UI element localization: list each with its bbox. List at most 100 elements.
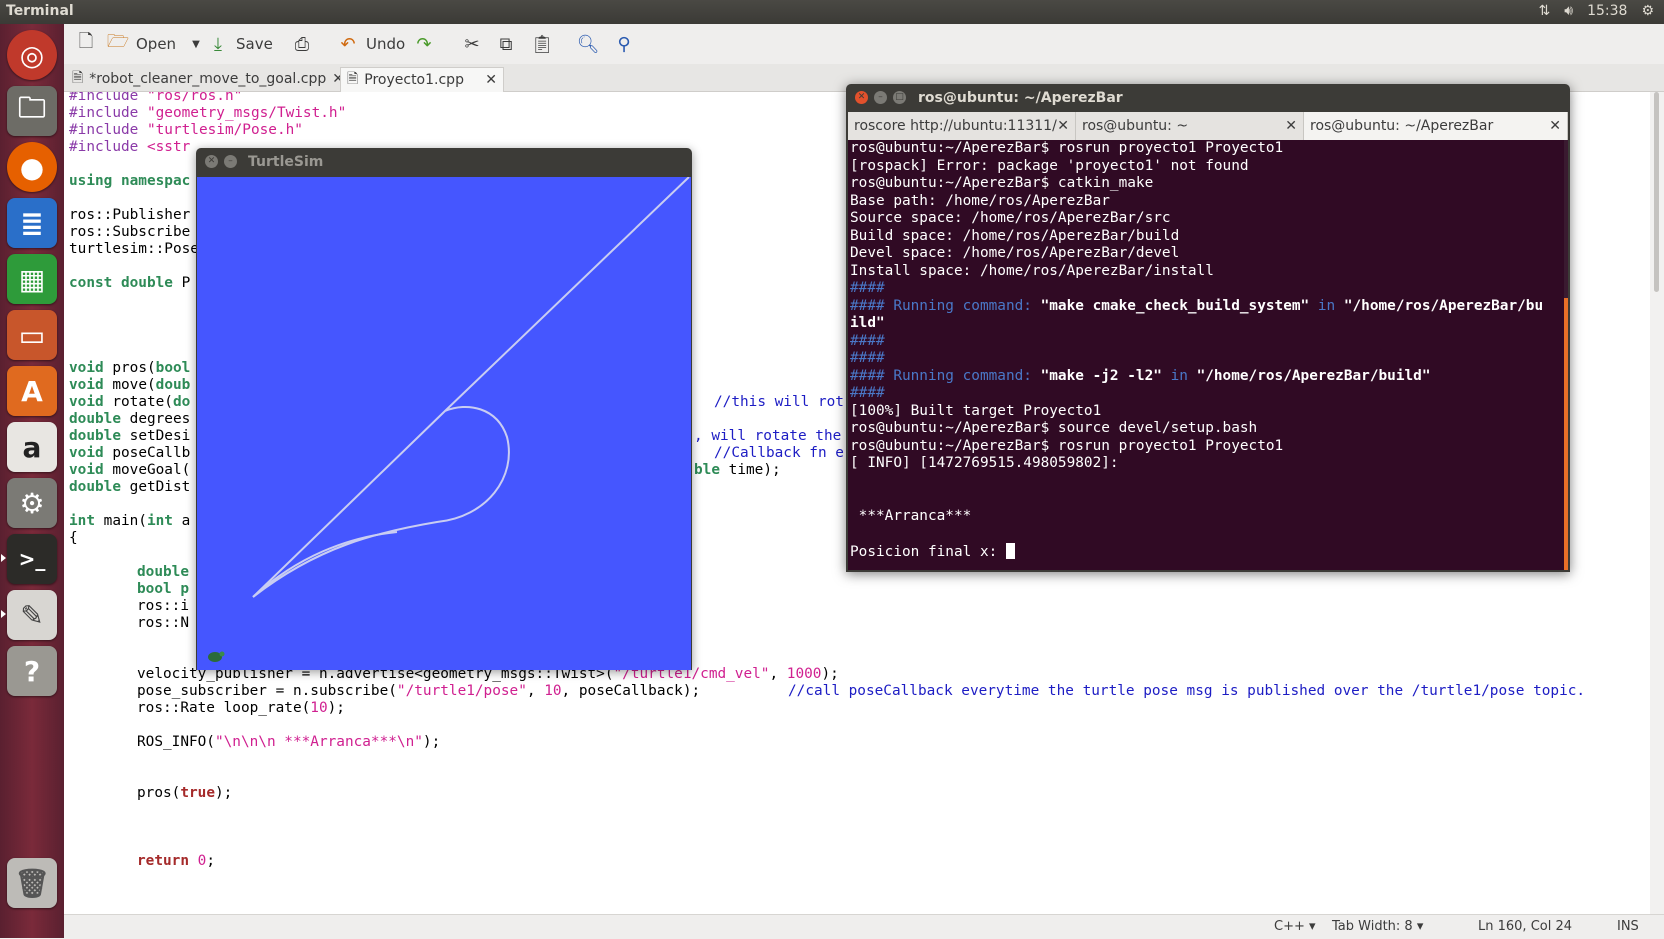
cut-icon: ✂ (464, 33, 480, 55)
terminal-line: Install space: /home/ros/AperezBar/insta… (850, 262, 1214, 279)
code-line: void pros(bool (69, 360, 191, 376)
print-button[interactable]: ⎙ (290, 30, 314, 58)
terminal-line: [100%] Built target Proyecto1 (850, 402, 1102, 419)
tab-label: Proyecto1.cpp (364, 72, 464, 88)
code-line-fragment: ble time); (694, 462, 781, 478)
tab-proyecto1[interactable]: 🗎 Proyecto1.cpp ✕ (340, 67, 504, 92)
search-icon: 🔍︎ (576, 33, 600, 55)
impress-icon[interactable]: ▭ (7, 310, 57, 360)
open-label: Open (136, 35, 177, 53)
terminal-line: Devel space: /home/ros/AperezBar/devel (850, 245, 1180, 261)
code-line: ros::Subscribe (69, 224, 191, 240)
code-line: ros::N (137, 615, 189, 631)
code-line: #include "turtlesim/Pose.h" (69, 122, 303, 138)
paste-icon: 📋︎ (530, 33, 554, 55)
code-line: int main(int a (69, 513, 191, 529)
window-title: ros@ubuntu: ~/AperezBar (918, 90, 1123, 106)
code-line: pros(true); (137, 785, 233, 801)
tab-robot-cleaner[interactable]: 🗎 *robot_cleaner_move_to_goal.cpp ✕ (66, 67, 350, 91)
firefox-icon[interactable]: ● (7, 142, 57, 192)
terminal-tab-roscore[interactable]: roscore http://ubuntu:11311/✕ (848, 112, 1076, 140)
cursor-position: Ln 160, Col 24 (1478, 919, 1573, 934)
active-app-title: Terminal (6, 3, 74, 19)
writer-icon[interactable]: ≣ (7, 198, 57, 248)
open-button[interactable]: 🗁 Open ▼ (106, 30, 200, 58)
terminal-line: ***Arranca*** (850, 507, 972, 524)
code-line: #include <sstr (69, 139, 191, 155)
tab-width-selector[interactable]: Tab Width: 8 ▾ (1332, 919, 1423, 934)
close-tab-icon[interactable]: ✕ (485, 72, 497, 88)
save-button[interactable]: ⤓ Save (206, 30, 273, 58)
status-bar: C++ ▾ Tab Width: 8 ▾ Ln 160, Col 24 INS (64, 914, 1664, 939)
trash-icon[interactable]: 🗑 (7, 858, 57, 908)
launcher: ◎ 🗀 ● ≣ ▦ ▭ A a ⚙ >_ ✎ ? 🗑 (0, 24, 64, 938)
terminal-cursor (1005, 542, 1015, 559)
terminal-output[interactable]: ros@ubuntu:~/AperezBar$ rosrun proyecto1… (848, 140, 1564, 570)
redo-icon: ↷ (416, 33, 432, 55)
software-center-icon[interactable]: A (7, 366, 57, 416)
code-comment: , will rotate the (694, 428, 842, 444)
close-tab-icon[interactable]: ✕ (1057, 118, 1069, 134)
calc-icon[interactable]: ▦ (7, 254, 57, 304)
redo-button[interactable]: ↷ (412, 30, 436, 58)
find-button[interactable]: 🔍︎ (576, 30, 600, 58)
active-app-indicator (1, 554, 6, 562)
minimize-window-icon[interactable]: – (224, 155, 237, 168)
code-comment: //call poseCallback everytime the turtle… (788, 683, 1586, 699)
paste-button[interactable]: 📋︎ (530, 30, 554, 58)
code-line: void moveGoal( (69, 462, 191, 478)
new-file-icon: 🗋 (78, 31, 94, 52)
terminal-line: ros@ubuntu:~/AperezBar$ catkin_make (850, 175, 1154, 191)
turtle-icon (208, 651, 225, 662)
replace-button[interactable]: ⚲ (612, 30, 636, 58)
running-app-indicator (1, 610, 6, 618)
close-tab-icon[interactable]: ✕ (1285, 118, 1297, 134)
turtlesim-canvas (197, 176, 691, 670)
ubuntu-logo-icon[interactable]: ◎ (7, 30, 57, 80)
code-line: ROS_INFO("\n\n\n ***Arranca***\n"); (137, 734, 441, 750)
maximize-window-icon[interactable]: □ (893, 91, 906, 104)
turtle-path-drawing (208, 176, 690, 662)
code-line: void move(doub (69, 377, 191, 393)
code-line: pose_subscriber = n.subscribe("/turtle1/… (137, 683, 701, 699)
copy-button[interactable]: ⧉ (494, 30, 518, 58)
language-selector[interactable]: C++ ▾ (1274, 919, 1316, 934)
files-icon[interactable]: 🗀 (7, 86, 57, 136)
help-icon[interactable]: ? (7, 646, 57, 696)
network-icon[interactable]: ⇅ (1539, 3, 1551, 19)
terminal-line: #### (850, 385, 885, 401)
terminal-line: #### (850, 350, 885, 366)
text-editor-icon[interactable]: ✎ (7, 590, 57, 640)
terminal-line: ros@ubuntu:~/AperezBar$ rosrun proyecto1… (850, 437, 1284, 454)
close-window-icon[interactable]: ✕ (855, 91, 868, 104)
code-line: void rotate(do (69, 394, 191, 410)
editor-scrollbar-thumb[interactable] (1654, 92, 1659, 292)
editor-toolbar: 🗋 🗁 Open ▼ ⤓ Save ⎙ ↶ Undo ↷ ✂ ⧉ 📋︎ 🔍︎ ⚲ (64, 24, 1664, 65)
terminal-tab-aperezbar[interactable]: ros@ubuntu: ~/AperezBar ✕ (1304, 112, 1568, 140)
settings-gear-icon[interactable]: ⚙ (1641, 3, 1654, 19)
code-line: ros::Rate loop_rate(10); (137, 700, 345, 716)
terminal-line: [rospack] Error: package 'proyecto1' not… (850, 157, 1249, 174)
terminal-icon[interactable]: >_ (7, 534, 57, 584)
terminal-line: Build space: /home/ros/AperezBar/build (850, 227, 1180, 244)
terminal-line: ros@ubuntu:~/AperezBar$ rosrun proyecto1… (850, 140, 1284, 156)
open-dropdown-icon[interactable]: ▼ (192, 39, 200, 50)
amazon-icon[interactable]: a (7, 422, 57, 472)
terminal-scrollbar[interactable] (1564, 140, 1568, 570)
terminal-line: #### Running command: "make cmake_check_… (850, 297, 1544, 314)
undo-button[interactable]: ↶ Undo (336, 30, 405, 58)
editor-scrollbar[interactable] (1650, 92, 1664, 914)
terminal-line: Source space: /home/ros/AperezBar/src (850, 210, 1171, 226)
clock[interactable]: 15:38 (1587, 3, 1627, 19)
system-settings-icon[interactable]: ⚙ (7, 478, 57, 528)
turtle-trail (252, 176, 690, 598)
close-window-icon[interactable]: ✕ (205, 155, 218, 168)
terminal-tab-home[interactable]: ros@ubuntu: ~ ✕ (1076, 112, 1304, 140)
cut-button[interactable]: ✂ (460, 30, 484, 58)
document-icon: 🗎 (347, 71, 359, 87)
minimize-window-icon[interactable]: – (874, 91, 887, 104)
close-tab-icon[interactable]: ✕ (1549, 118, 1561, 134)
new-file-button[interactable]: 🗋 (74, 30, 98, 58)
terminal-scrollbar-thumb[interactable] (1564, 298, 1568, 570)
volume-icon[interactable]: 🔊︎ (1564, 3, 1573, 19)
